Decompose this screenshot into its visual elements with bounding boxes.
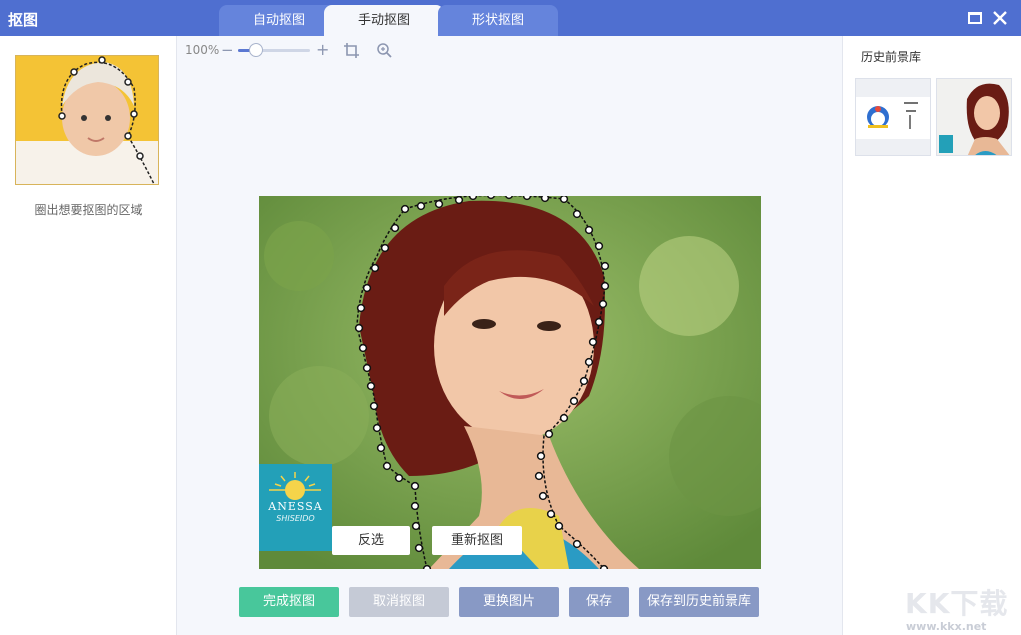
invert-selection-button[interactable]: 反选 [332, 526, 410, 555]
selection-anchor-node[interactable] [559, 196, 569, 204]
left-panel: 圈出想要抠图的区域 [0, 36, 177, 635]
selection-anchor-node[interactable] [422, 564, 432, 569]
selection-anchor-node[interactable] [370, 263, 380, 273]
selection-anchor-node[interactable] [468, 196, 478, 201]
tab-auto-cutout[interactable]: 自动抠图 [219, 5, 339, 36]
history-item-portrait[interactable] [936, 78, 1012, 156]
history-library-title: 历史前景库 [861, 50, 922, 64]
save-button[interactable]: 保存 [569, 587, 629, 617]
close-icon[interactable] [992, 10, 1008, 26]
selection-anchor-node[interactable] [390, 223, 400, 233]
selection-anchor-node[interactable] [599, 564, 609, 569]
history-item-cartoon[interactable] [855, 78, 931, 156]
zoom-fit-icon[interactable] [376, 42, 393, 62]
brand-logo-image: ANESSA SHISEIDO [259, 464, 332, 551]
app-title: 抠图 [8, 11, 39, 29]
selection-anchor-node[interactable] [369, 401, 379, 411]
selection-anchor-node[interactable] [600, 261, 610, 271]
zoom-slider-handle[interactable] [249, 43, 263, 57]
selection-anchor-node[interactable] [416, 201, 426, 211]
selection-anchor-node[interactable] [358, 343, 368, 353]
example-thumbnail [15, 55, 159, 185]
selection-anchor-node[interactable] [572, 539, 582, 549]
selection-anchor-node[interactable] [454, 196, 464, 205]
cancel-cutout-button[interactable]: 取消抠图 [349, 587, 449, 617]
selection-anchor-node[interactable] [394, 473, 404, 483]
redo-cutout-button[interactable]: 重新抠图 [432, 526, 522, 555]
selection-anchor-node[interactable] [376, 443, 386, 453]
selection-anchor-node[interactable] [554, 521, 564, 531]
selection-anchor-node[interactable] [362, 283, 372, 293]
logo-brand-text: ANESSA [268, 500, 323, 513]
tab-manual-cutout[interactable]: 手动抠图 [324, 5, 444, 36]
selection-anchor-node[interactable] [598, 299, 608, 309]
selection-anchor-node[interactable] [504, 196, 514, 200]
selection-anchor-node[interactable] [600, 281, 610, 291]
selection-anchor-node[interactable] [534, 471, 544, 481]
maximize-icon[interactable] [968, 10, 984, 26]
selection-anchor-node[interactable] [366, 381, 376, 391]
selection-anchor-node[interactable] [579, 376, 589, 386]
selection-anchor-node[interactable] [410, 481, 420, 491]
selection-anchor-node[interactable] [569, 396, 579, 406]
watermark-url: www.kkx.net [906, 620, 987, 633]
zoom-level: 100% [185, 43, 220, 57]
logo-sub-text: SHISEIDO [276, 514, 315, 523]
selection-anchor-node[interactable] [380, 243, 390, 253]
selection-anchor-node[interactable] [594, 317, 604, 327]
selection-anchor-node[interactable] [400, 204, 410, 214]
selection-anchor-node[interactable] [434, 199, 444, 209]
selection-anchor-node[interactable] [486, 196, 496, 200]
selection-anchor-node[interactable] [522, 196, 532, 201]
replace-image-button[interactable]: 更换图片 [459, 587, 559, 617]
selection-anchor-node[interactable] [572, 209, 582, 219]
crop-icon[interactable] [343, 42, 360, 62]
selection-anchor-node[interactable] [362, 363, 372, 373]
selection-nodes[interactable] [259, 196, 761, 569]
selection-anchor-node[interactable] [414, 543, 424, 553]
title-bar: 抠图 自动抠图 手动抠图 形状抠图 [0, 0, 1021, 36]
selection-anchor-node[interactable] [382, 461, 392, 471]
selection-anchor-node[interactable] [410, 501, 420, 511]
selection-anchor-node[interactable] [559, 413, 569, 423]
selection-anchor-node[interactable] [372, 423, 382, 433]
selection-anchor-node[interactable] [584, 357, 594, 367]
selection-anchor-node[interactable] [356, 303, 366, 313]
selection-anchor-node[interactable] [411, 521, 421, 531]
tab-shape-cutout[interactable]: 形状抠图 [438, 5, 558, 36]
selection-anchor-node[interactable] [540, 196, 550, 203]
selection-anchor-node[interactable] [588, 337, 598, 347]
selection-anchor-node[interactable] [544, 429, 554, 439]
selection-hint: 圈出想要抠图的区域 [34, 203, 143, 217]
selection-anchor-node[interactable] [546, 509, 556, 519]
selection-anchor-node[interactable] [594, 241, 604, 251]
zoom-out-icon[interactable]: − [221, 41, 234, 59]
right-panel: 历史前景库 [842, 36, 1021, 635]
save-to-history-button[interactable]: 保存到历史前景库 [639, 587, 759, 617]
selection-anchor-node[interactable] [354, 323, 364, 333]
selection-anchor-node[interactable] [584, 225, 594, 235]
zoom-in-icon[interactable]: + [316, 40, 329, 59]
selection-anchor-node[interactable] [538, 491, 548, 501]
selection-anchor-node[interactable] [536, 451, 546, 461]
finish-cutout-button[interactable]: 完成抠图 [239, 587, 339, 617]
watermark-logo: KK下载 [905, 587, 1009, 620]
